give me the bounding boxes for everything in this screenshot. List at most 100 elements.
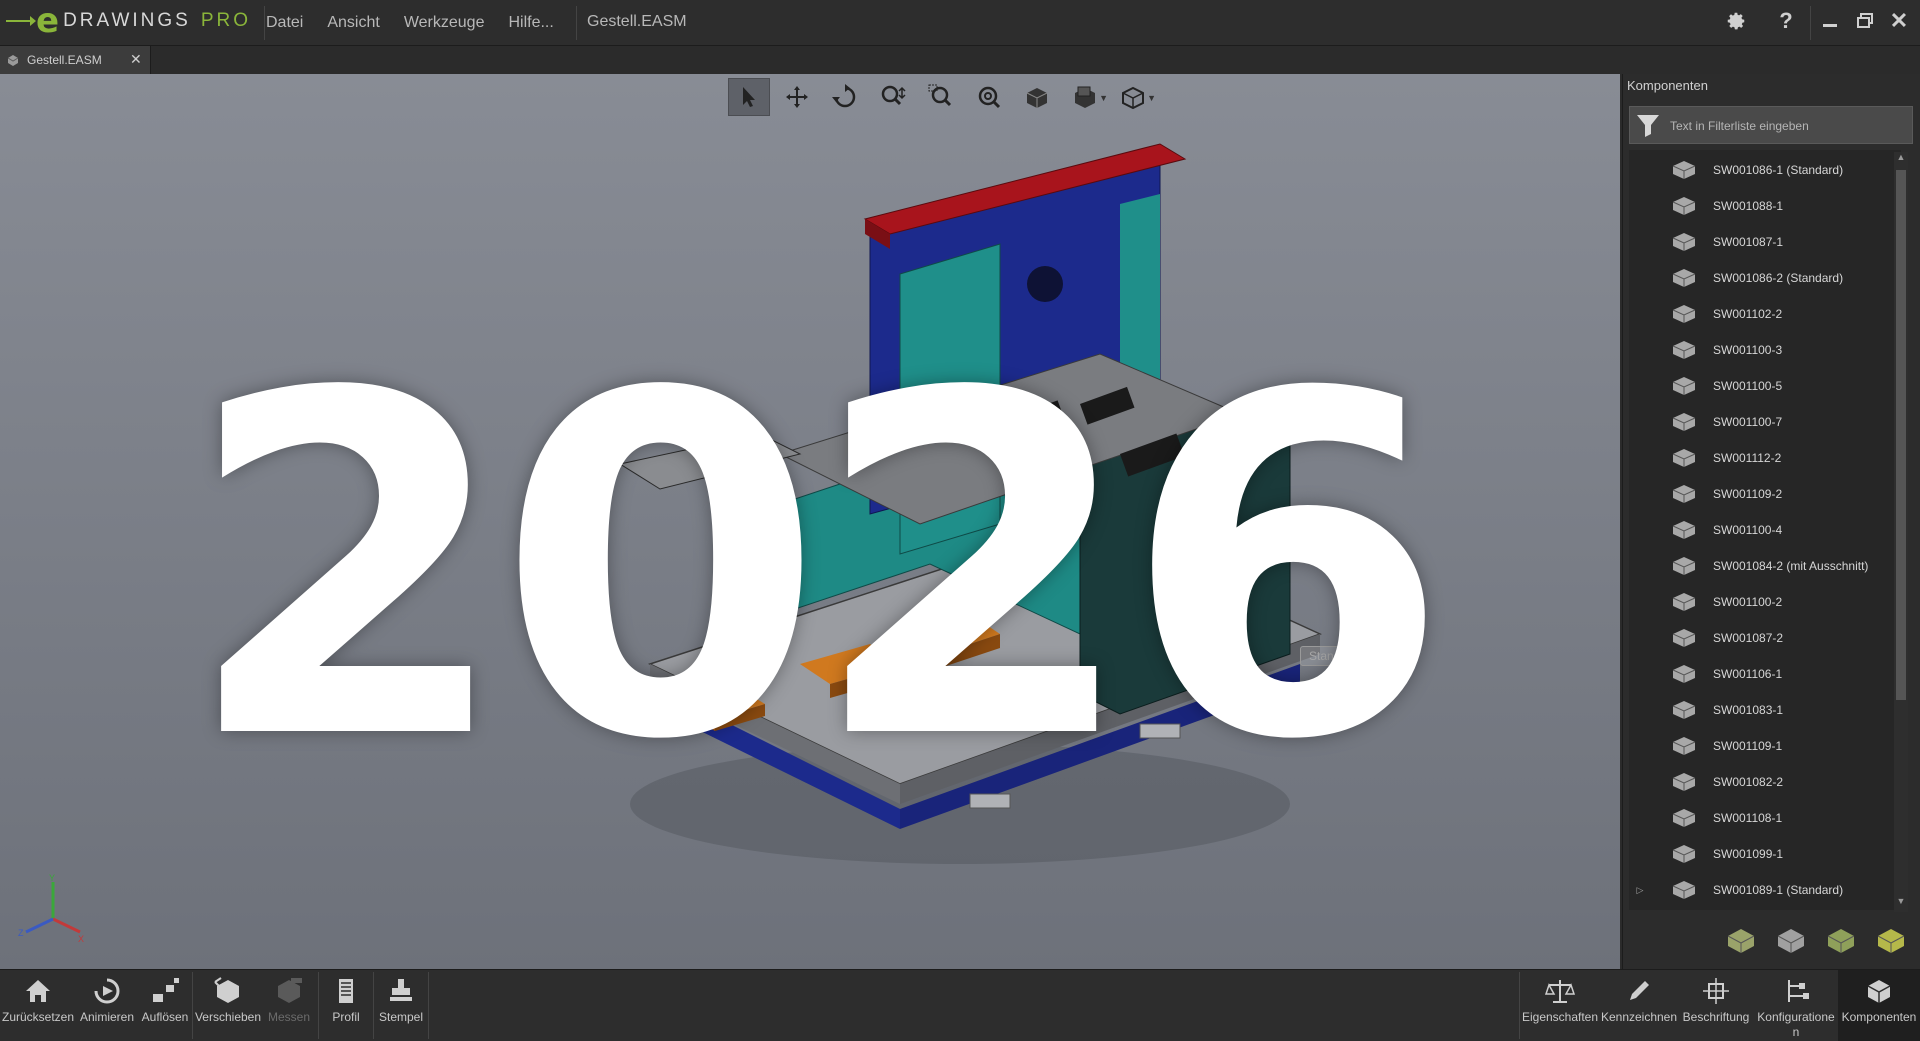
components-icon: [1867, 980, 1891, 1003]
logo-name: DRAWINGS: [63, 10, 191, 31]
component-list-item[interactable]: SW001088-1: [1629, 188, 1901, 224]
markup-button[interactable]: Kennzeichnen: [1600, 970, 1678, 1041]
annotation-icon: [1703, 978, 1729, 1004]
component-label: SW001082-2: [1713, 775, 1784, 789]
annotation-button[interactable]: Beschriftung: [1678, 970, 1754, 1041]
svg-text:Z: Z: [18, 928, 24, 938]
restore-icon[interactable]: [1850, 6, 1880, 36]
scroll-up-icon[interactable]: ▲: [1896, 152, 1906, 166]
explode-label: Auflösen: [141, 1010, 189, 1024]
component-list-item[interactable]: SW001102-2: [1629, 296, 1901, 332]
component-list-item[interactable]: ▷ SW001089-1 (Standard): [1629, 872, 1901, 908]
component-list: SW001086-1 (Standard) SW001088-1 SW001087-…: [1629, 150, 1901, 910]
gear-icon[interactable]: [1721, 6, 1751, 36]
component-label: SW001099-1: [1713, 847, 1784, 861]
component-label: SW001109-1: [1713, 739, 1783, 753]
logo-arrow: [6, 16, 36, 26]
component-list-item[interactable]: SW001082-2: [1629, 764, 1901, 800]
filter-icon[interactable]: [1634, 112, 1662, 138]
part-icon: [1672, 593, 1696, 611]
menu-ansicht[interactable]: Ansicht: [327, 14, 379, 32]
chevron-down-icon[interactable]: ▼: [1099, 93, 1108, 103]
component-label: SW001086-2 (Standard): [1713, 271, 1844, 285]
markup-label: Kennzeichnen: [1600, 1010, 1678, 1024]
menu-werkzeuge[interactable]: Werkzeuge: [404, 14, 485, 32]
component-list-item[interactable]: SW001099-1: [1629, 836, 1901, 872]
component-label: SW001088-1: [1713, 199, 1784, 213]
document-tab-label: Gestell.EASM: [27, 53, 102, 67]
stamp-button[interactable]: Stempel: [375, 970, 427, 1041]
component-list-item[interactable]: SW001109-1: [1629, 728, 1901, 764]
component-list-item[interactable]: SW001100-2: [1629, 584, 1901, 620]
properties-label: Eigenschaften: [1521, 1010, 1599, 1024]
component-list-item[interactable]: SW001100-3: [1629, 332, 1901, 368]
component-list-item[interactable]: SW001109-2: [1629, 476, 1901, 512]
reset-button[interactable]: Zurücksetzen: [0, 970, 76, 1041]
component-list-item[interactable]: SW001100-5: [1629, 368, 1901, 404]
component-label: SW001089-1 (Standard): [1713, 883, 1844, 897]
menu-hilfe[interactable]: Hilfe...: [508, 14, 553, 32]
component-list-item[interactable]: SW001100-4: [1629, 512, 1901, 548]
panel-title: Komponenten: [1627, 78, 1708, 93]
part-icon: [1672, 485, 1696, 503]
measure-icon: [278, 978, 302, 1003]
properties-button[interactable]: Eigenschaften: [1520, 970, 1600, 1041]
configurations-icon: [1788, 980, 1809, 1002]
component-label: SW001100-5: [1713, 379, 1783, 393]
part-icon: [1672, 701, 1696, 719]
components-button[interactable]: Komponenten: [1838, 970, 1920, 1041]
chevron-down-icon[interactable]: ▼: [1147, 93, 1156, 103]
explode-button[interactable]: Auflösen: [138, 970, 192, 1041]
part-icon: [1672, 737, 1696, 755]
components-panel: Komponenten SW001086-1 (Standard)SW00108…: [1622, 74, 1920, 969]
component-list-item[interactable]: SW001087-2: [1629, 620, 1901, 656]
profile-button[interactable]: Profil: [320, 970, 372, 1041]
component-list-item[interactable]: SW001106-1: [1629, 656, 1901, 692]
component-list-item[interactable]: SW001087-1: [1629, 224, 1901, 260]
menu-datei[interactable]: Datei: [266, 14, 303, 32]
component-list-item[interactable]: SW001084-2 (mit Ausschnitt): [1629, 548, 1901, 584]
component-list-scrollbar[interactable]: ▲ ▼: [1894, 152, 1908, 912]
component-list-item[interactable]: SW001108-1: [1629, 800, 1901, 836]
minimize-icon[interactable]: [1815, 6, 1845, 36]
close-window-icon[interactable]: ✕: [1884, 6, 1914, 36]
year-overlay-text: 2026: [183, 295, 1450, 842]
component-label: SW001087-2: [1713, 631, 1784, 645]
measure-button[interactable]: Messen: [262, 970, 316, 1041]
close-tab-icon[interactable]: ✕: [130, 51, 142, 68]
component-label: SW001108-1: [1713, 811, 1783, 825]
axis-triad: Y X Z: [18, 874, 84, 944]
3d-viewport[interactable]: ▼ ▼ Y X Z Standard) 2026: [0, 74, 1620, 969]
scroll-down-icon[interactable]: ▼: [1896, 896, 1906, 910]
component-list-item[interactable]: SW001086-2 (Standard): [1629, 260, 1901, 296]
move-button[interactable]: Verschieben: [194, 970, 262, 1041]
animate-button[interactable]: Animieren: [76, 970, 138, 1041]
stamp-icon: [390, 979, 412, 1001]
part-icon: [1672, 845, 1696, 863]
component-list-item[interactable]: SW001112-2: [1629, 440, 1901, 476]
component-list-item[interactable]: SW001100-7: [1629, 404, 1901, 440]
filter-input[interactable]: [1668, 111, 1910, 141]
expand-arrow-icon[interactable]: ▷: [1629, 885, 1651, 896]
bottom-toolbar: Zurücksetzen Animieren Auflösen Verschie…: [0, 969, 1920, 1041]
hide-components-icon[interactable]: [1772, 922, 1810, 958]
component-list-item[interactable]: SW001083-1: [1629, 692, 1901, 728]
document-tab-strip: Gestell.EASM ✕: [0, 46, 1920, 74]
component-label: SW001109-2: [1713, 487, 1783, 501]
isolate-components-icon[interactable]: [1822, 922, 1860, 958]
document-title: Gestell.EASM: [587, 13, 687, 30]
configurations-button[interactable]: Konfiguratione n: [1754, 970, 1838, 1041]
show-components-icon[interactable]: [1722, 922, 1760, 958]
edrawings-pro-logo: e DRAWINGS PRO: [6, 4, 251, 38]
divider: [1810, 6, 1811, 40]
configurations-label: Konfiguratione n: [1757, 1010, 1835, 1039]
document-tab[interactable]: Gestell.EASM ✕: [0, 46, 151, 74]
transparency-icon[interactable]: [1872, 922, 1910, 958]
scroll-thumb[interactable]: [1896, 170, 1906, 700]
part-icon: [1672, 881, 1696, 899]
part-icon: [1672, 665, 1696, 683]
divider: [192, 972, 193, 1039]
component-list-item[interactable]: SW001086-1 (Standard): [1629, 152, 1901, 188]
component-label: SW001083-1: [1713, 703, 1784, 717]
help-icon[interactable]: ?: [1771, 6, 1801, 36]
